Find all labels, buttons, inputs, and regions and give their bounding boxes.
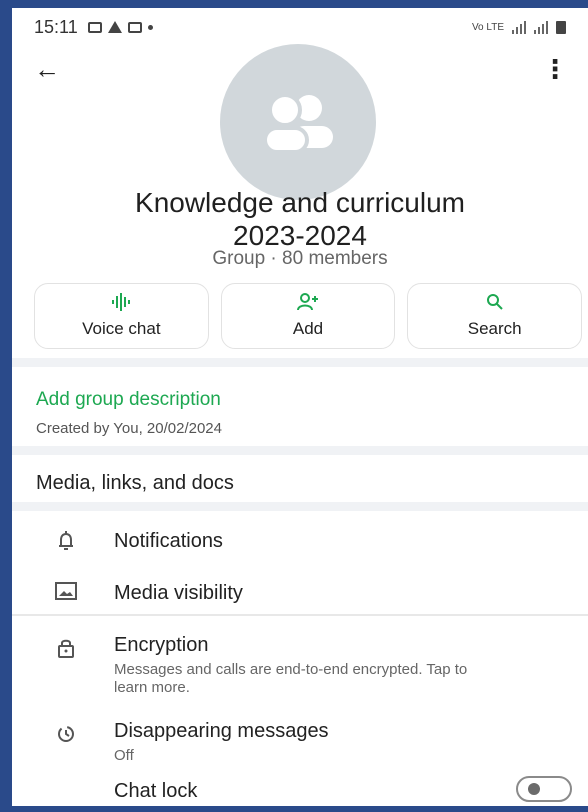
phone-screen: 15:11 Vo LTE ← ⋮ Knowledge and curriculu… <box>12 8 588 806</box>
search-label: Search <box>467 319 522 338</box>
gallery-notification-icon <box>87 21 102 33</box>
chat-lock-icon <box>50 780 82 806</box>
status-time: 15:11 <box>34 16 78 37</box>
search-button[interactable]: Search <box>407 283 583 349</box>
media-visibility-label: Media visibility <box>114 582 243 604</box>
add-person-icon <box>297 293 319 311</box>
battery-icon <box>556 20 566 34</box>
voice-wave-icon <box>111 293 131 311</box>
section-divider <box>12 358 588 367</box>
encryption-label: Encryption <box>114 634 209 656</box>
chat-lock-row[interactable]: Chat lock <box>12 780 588 806</box>
voice-chat-label: Voice chat <box>82 319 161 338</box>
more-options-icon[interactable]: ⋮ <box>542 54 568 85</box>
add-label: Add <box>292 319 324 338</box>
notifications-label: Notifications <box>114 530 223 552</box>
timer-icon <box>50 720 82 744</box>
chat-lock-toggle[interactable] <box>516 776 572 802</box>
add-button[interactable]: Add <box>220 283 396 349</box>
signal-icon <box>512 20 526 34</box>
status-right: Vo LTE <box>471 20 566 34</box>
toggle-knob <box>528 783 540 795</box>
chat-lock-label: Chat lock <box>114 780 198 802</box>
voice-chat-button[interactable]: Voice chat <box>34 283 209 349</box>
group-subtitle: Group · 80 members <box>212 248 388 269</box>
more-notifications-icon <box>147 24 153 30</box>
disappearing-messages-status: Off <box>114 747 134 764</box>
add-group-description-link[interactable]: Add group description <box>36 389 221 411</box>
disappearing-messages-label: Disappearing messages <box>114 720 329 742</box>
signal-icon-2 <box>534 20 548 34</box>
group-avatar[interactable] <box>220 44 376 200</box>
image-icon <box>50 582 82 600</box>
lock-icon <box>50 634 82 658</box>
back-arrow-icon[interactable]: ← <box>34 54 60 85</box>
status-bar: 15:11 Vo LTE <box>12 8 588 46</box>
encryption-description: Messages and calls are end-to-end encryp… <box>114 661 468 696</box>
group-title[interactable]: Knowledge and curriculum 2023-2024 <box>12 186 588 252</box>
warning-icon <box>107 21 122 33</box>
group-people-icon <box>263 93 333 154</box>
section-divider <box>12 446 588 455</box>
search-icon <box>486 293 504 311</box>
encryption-row[interactable]: Encryption Messages and calls are end-to… <box>12 634 588 697</box>
section-divider <box>12 614 588 616</box>
message-notification-icon <box>127 21 142 33</box>
media-visibility-row[interactable]: Media visibility <box>12 582 588 605</box>
media-links-docs-row[interactable]: Media, links, and docs <box>36 472 234 495</box>
volte-icon: Vo LTE <box>471 21 504 33</box>
notifications-row[interactable]: Notifications <box>12 530 588 553</box>
created-info: Created by You, 20/02/2024 <box>36 420 222 437</box>
disappearing-messages-row[interactable]: Disappearing messages Off <box>12 720 588 765</box>
action-buttons: Voice chat Add Search <box>34 283 583 349</box>
bell-icon <box>50 530 82 552</box>
group-title-line1: Knowledge and curriculum <box>135 187 465 218</box>
section-divider <box>12 502 588 511</box>
